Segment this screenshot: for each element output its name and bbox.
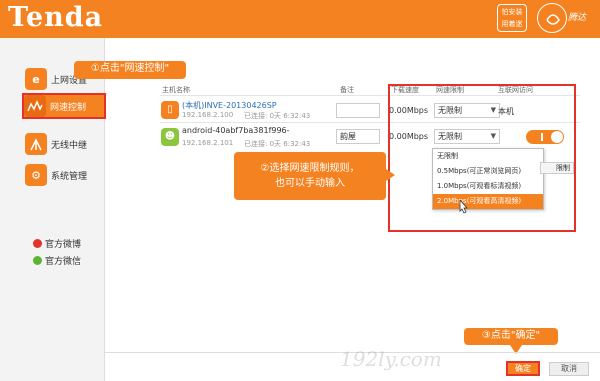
cancel-button[interactable]: 取消 [549, 362, 589, 376]
highlight-box [388, 84, 576, 232]
host-ip: 192.168.2.100 [182, 111, 234, 119]
callout-step-2: ②选择网速限制规则， 也可以手动输入 [234, 152, 386, 200]
sidebar-item-label: 系统管理 [51, 171, 88, 182]
sidebar-item-speed-control[interactable]: 网速控制 [22, 93, 106, 119]
callout-step-1: ①点击"网速控制" [74, 61, 186, 79]
sidebar-item-label: 网速控制 [50, 102, 87, 113]
weibo-icon [33, 239, 42, 248]
header-host-name: 主机名称 [162, 86, 190, 94]
app-badge[interactable]: 怕安装 用着迷 [497, 4, 527, 32]
note-input[interactable] [336, 103, 380, 118]
sidebar-item-wireless-relay[interactable]: 无线中继 [25, 131, 105, 157]
gear-icon: ⚙ [25, 164, 47, 186]
brand-name: 腾达 [568, 13, 587, 23]
header-bar: Tenda 怕安装 用着迷 腾达 [0, 0, 600, 38]
weixin-link[interactable]: 官方微信 [33, 254, 81, 267]
header-note: 备注 [340, 86, 354, 94]
tenda-logo: Tenda [8, 2, 104, 33]
callout-step-2-arrow [386, 169, 395, 181]
sidebar-item-system[interactable]: ⚙ 系统管理 [25, 162, 105, 188]
weibo-label: 官方微博 [45, 240, 82, 250]
android-device-icon: ☻ [161, 128, 179, 146]
app-badge-text: 怕安装 用着迷 [501, 8, 523, 28]
brand-emblem-icon [537, 3, 567, 33]
weixin-label: 官方微信 [45, 257, 82, 267]
note-input[interactable]: 韵屋 [336, 129, 380, 144]
host-connected-time: 已连接: 0天 6:32:43 [244, 112, 311, 120]
wireless-icon [25, 133, 47, 155]
host-ip: 192.168.2.101 [182, 139, 234, 147]
callout-step-3: ③点击"确定" [464, 328, 558, 345]
host-connected-time: 已连接: 0天 6:32:43 [244, 140, 311, 148]
ok-button[interactable]: 确定 [506, 361, 540, 376]
host-name: (本机)INVE-20130426SP [182, 101, 277, 110]
callout-step-2-line1: ②选择网速限制规则， [260, 163, 360, 174]
callout-step-2-line2: 也可以手动输入 [275, 178, 345, 189]
pc-device-icon: ▯ [161, 101, 179, 119]
weixin-icon [33, 256, 42, 265]
host-name: android-40abf7ba381f996- [182, 126, 290, 135]
weibo-link[interactable]: 官方微博 [33, 237, 81, 250]
sidebar-item-label: 无线中继 [51, 140, 88, 151]
watermark: 192ly.com [340, 347, 442, 371]
speed-icon [24, 95, 46, 117]
globe-icon: e [25, 68, 47, 90]
